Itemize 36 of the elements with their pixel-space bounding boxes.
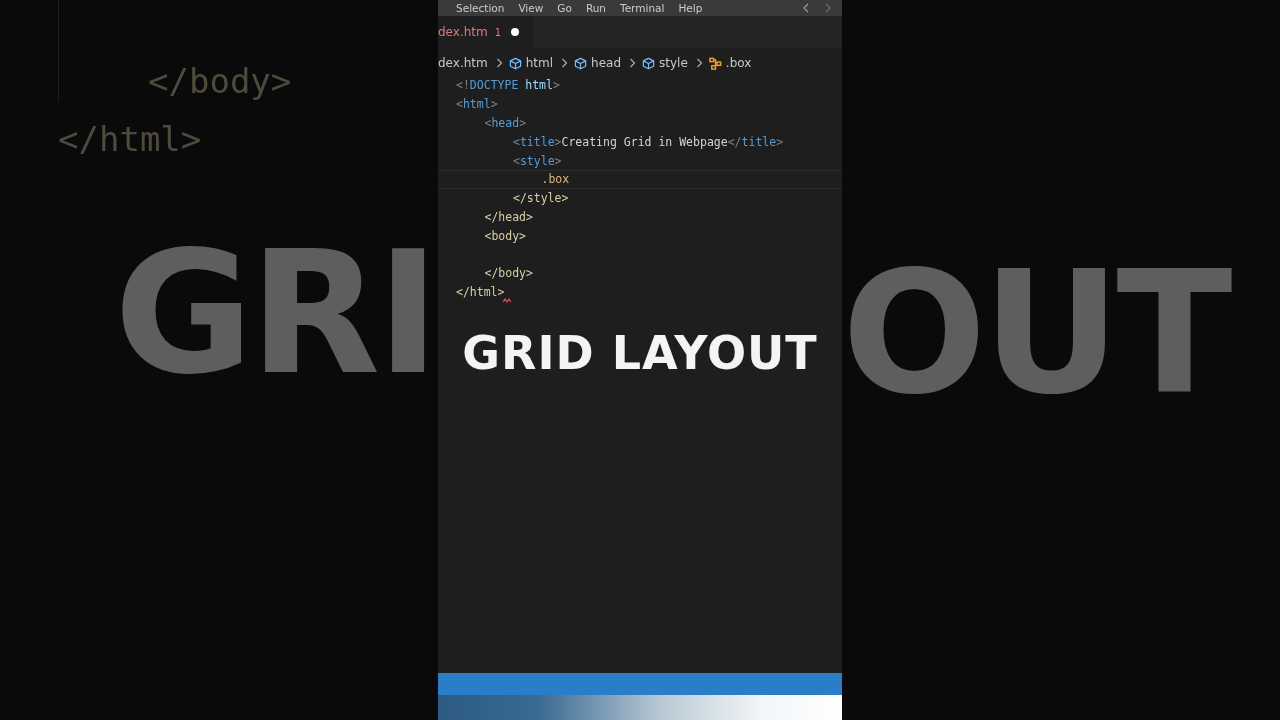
chevron-icon (695, 58, 703, 68)
breadcrumb-item[interactable]: style (659, 56, 688, 70)
code-line: </style> (512, 190, 570, 208)
video-title: GRID LAYOUT (462, 327, 818, 379)
background-heading: OUT (842, 248, 1231, 418)
code-line: </html> (438, 282, 842, 302)
blurred-code-line: </body> (148, 61, 292, 101)
background-heading: GRI (113, 228, 437, 398)
breadcrumb-item[interactable]: head (591, 56, 622, 70)
menu-item[interactable]: Run (585, 2, 606, 14)
menu-item[interactable]: Help (678, 2, 703, 14)
menu-item[interactable]: View (518, 2, 544, 14)
cube-icon (642, 56, 656, 70)
code-line: </body> (483, 265, 534, 283)
code-line: <html> (455, 96, 499, 114)
chevron-icon (561, 58, 569, 68)
chevron-icon (495, 58, 503, 68)
cube-icon (508, 56, 522, 70)
code-line: </head> (483, 208, 534, 226)
code-line: <title>Creating Grid in Webpage</title> (512, 133, 785, 151)
chevron-icon (629, 58, 637, 68)
breadcrumb-item[interactable]: dex.htm (438, 56, 488, 70)
breadcrumb-item[interactable]: html (525, 56, 554, 70)
code-line: .box (438, 170, 842, 189)
code-line: <!DOCTYPE html> (455, 77, 561, 95)
code-line: <body> (483, 227, 528, 245)
menu-item[interactable]: Selection (456, 2, 505, 14)
selector-icon (708, 56, 722, 70)
code-line: <style> (512, 152, 563, 170)
editor-tab[interactable]: dex.htm 1 (438, 16, 534, 48)
code-line: <head> (483, 115, 528, 132)
menu-item[interactable]: Go (557, 2, 572, 14)
blurred-code-line: </html> (58, 119, 202, 159)
cube-icon (574, 56, 588, 70)
menu-item[interactable]: Terminal (620, 2, 665, 14)
breadcrumb-item[interactable]: .box (725, 56, 752, 70)
